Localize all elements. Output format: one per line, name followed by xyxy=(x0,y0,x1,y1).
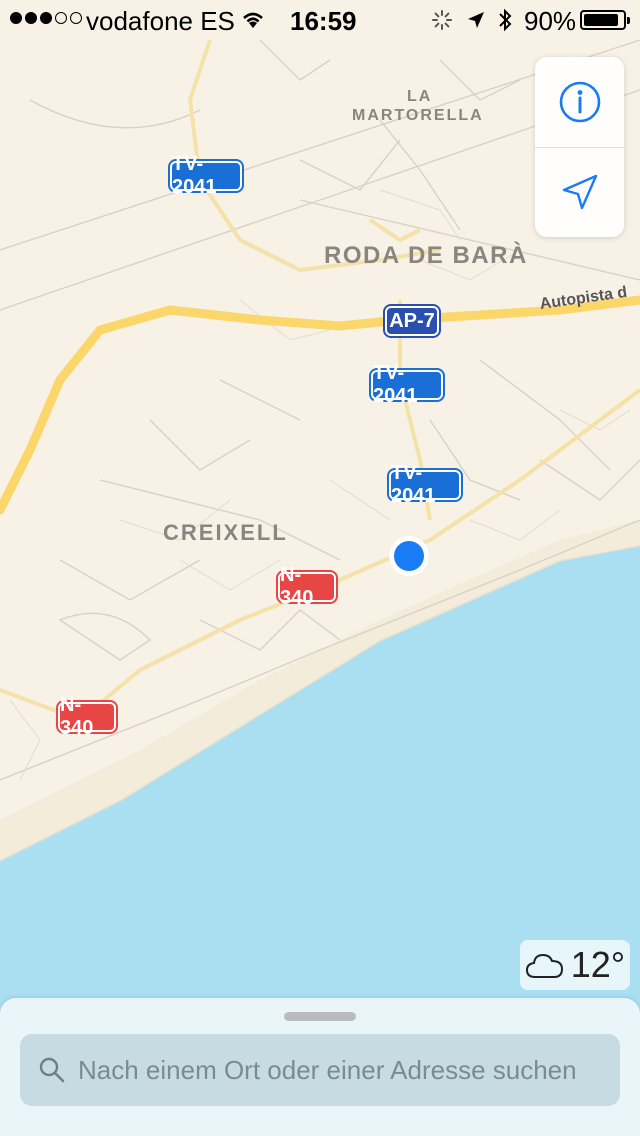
cloud-icon xyxy=(525,953,563,978)
sheet-grabber[interactable] xyxy=(284,1012,356,1021)
location-services-icon xyxy=(468,12,484,28)
shield-tv2041: TV-2041 xyxy=(389,462,461,507)
shield-n340: N-340 xyxy=(278,564,336,609)
search-input[interactable] xyxy=(76,1053,620,1087)
battery-icon xyxy=(580,10,630,30)
place-roda-de-bara: RODA DE BARÀ xyxy=(324,242,528,269)
carrier-name: vodafone ES xyxy=(86,6,235,36)
bluetooth-icon xyxy=(499,8,512,32)
shield-tv2041: TV-2041 xyxy=(170,153,242,198)
wifi-icon xyxy=(243,12,263,28)
status-time: 16:59 xyxy=(290,6,357,36)
map-controls xyxy=(535,57,624,237)
weather-widget[interactable]: 12° xyxy=(520,940,630,990)
info-icon xyxy=(559,81,600,123)
user-location-dot xyxy=(394,541,424,571)
place-creixell: CREIXELL xyxy=(163,520,288,545)
signal-strength-icon xyxy=(10,12,82,24)
shield-n340: N-340 xyxy=(58,694,116,739)
shield-ap7: AP-7 xyxy=(385,306,439,336)
battery-percent: 90% xyxy=(524,6,577,36)
location-arrow-icon xyxy=(562,174,597,210)
info-button[interactable] xyxy=(535,57,624,148)
place-martorella: MARTORELLA xyxy=(352,107,484,124)
place-la: LA xyxy=(407,88,433,105)
status-bar: vodafone ES 16:59 90% xyxy=(0,0,640,40)
activity-spinner-icon xyxy=(432,10,452,30)
search-bar[interactable] xyxy=(20,1034,620,1106)
shield-tv2041: TV-2041 xyxy=(371,362,443,407)
current-location-button[interactable] xyxy=(535,147,624,237)
search-icon xyxy=(39,1057,65,1083)
weather-temperature: 12° xyxy=(570,944,626,985)
search-sheet xyxy=(0,998,640,1136)
